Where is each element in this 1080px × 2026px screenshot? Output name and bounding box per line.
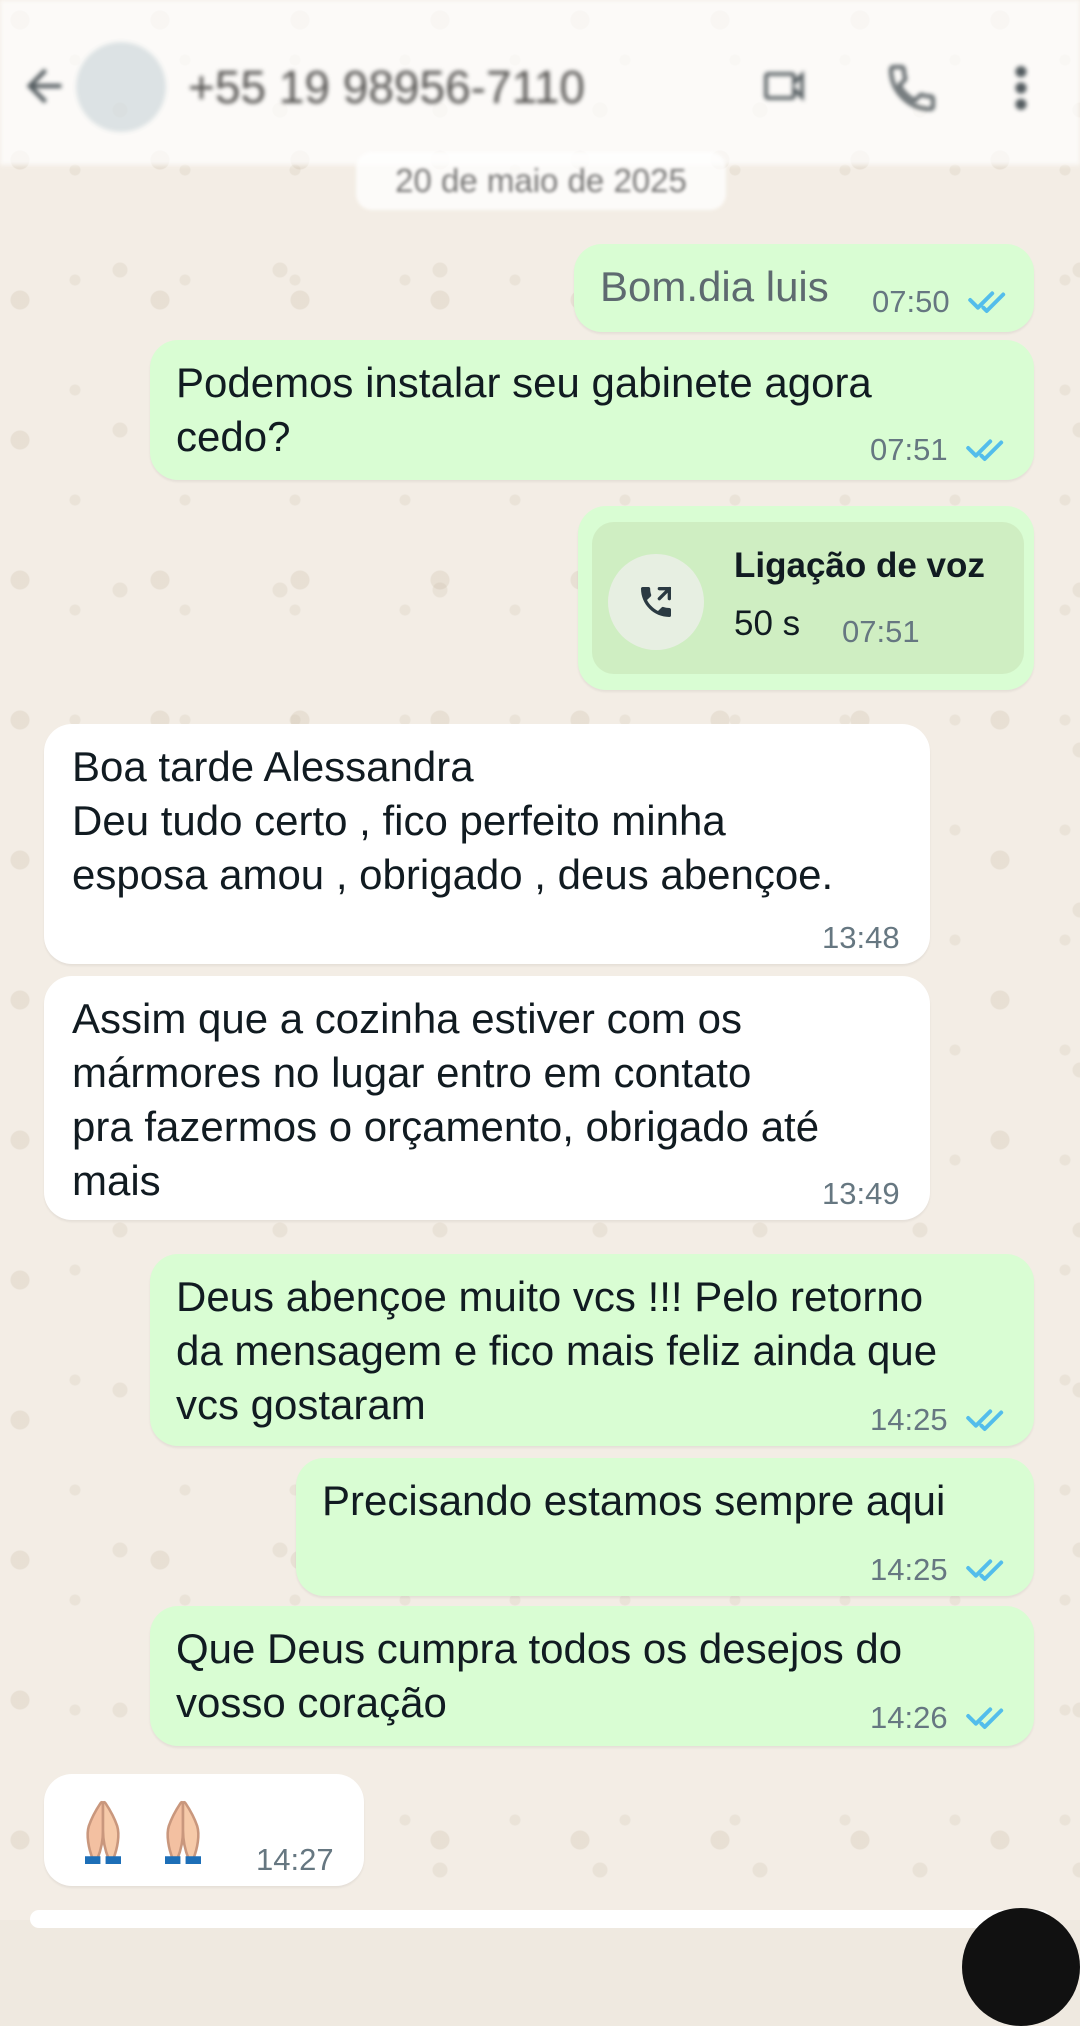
message-bubble[interactable]: 14:27: [44, 1774, 364, 1886]
message-text: Podemos instalar seu gabinete agora cedo…: [176, 359, 872, 460]
message-time: 14:25: [870, 1402, 948, 1437]
double-check-icon: [966, 1707, 1004, 1729]
date-separator: 20 de maio de 2025: [356, 152, 726, 210]
call-duration: 50 s: [734, 604, 801, 643]
message-time: 07:51: [870, 432, 948, 467]
contact-avatar[interactable]: [76, 42, 166, 132]
message-text: Precisando estamos sempre aqui: [322, 1477, 946, 1524]
mic-button[interactable]: [962, 1908, 1080, 2026]
double-check-icon: [966, 1409, 1004, 1431]
message-bubble[interactable]: Bom.dia luis 07:50: [574, 244, 1034, 332]
message-time: 14:26: [870, 1700, 948, 1735]
message-time: 13:49: [822, 1176, 900, 1211]
message-bubble[interactable]: Podemos instalar seu gabinete agora cedo…: [150, 340, 1034, 480]
voice-call-icon-circle: [608, 554, 704, 650]
message-text: Assim que a cozinha estiver com os mármo…: [72, 995, 820, 1204]
message-bubble[interactable]: Precisando estamos sempre aqui 14:25: [296, 1458, 1034, 1596]
date-label: 20 de maio de 2025: [395, 162, 687, 199]
pray-icon: [85, 1800, 121, 1864]
message-bubble[interactable]: Assim que a cozinha estiver com os mármo…: [44, 976, 930, 1220]
pray-icon: [165, 1800, 201, 1864]
phone-icon[interactable]: [884, 60, 940, 116]
message-time: 14:25: [870, 1552, 948, 1587]
message-time: 07:50: [872, 284, 950, 319]
message-time: 14:27: [256, 1842, 334, 1877]
message-text: Bom.dia luis: [600, 263, 829, 310]
message-input-bar[interactable]: [30, 1910, 1050, 1928]
message-text: Deus abençoe muito vcs !!! Pelo retorno …: [176, 1273, 938, 1428]
call-title: Ligação de voz: [734, 546, 985, 585]
more-options-icon[interactable]: [1006, 60, 1036, 116]
voice-call-bubble[interactable]: Ligação de voz 50 s 07:51: [578, 506, 1034, 690]
back-arrow-icon[interactable]: [18, 60, 70, 112]
message-bubble[interactable]: Que Deus cumpra todos os desejos do voss…: [150, 1606, 1034, 1746]
message-bubble[interactable]: Boa tarde Alessandra Deu tudo certo , fi…: [44, 724, 930, 964]
contact-name[interactable]: +55 19 98956-7110: [188, 60, 585, 114]
chat-header: +55 19 98956-7110: [0, 0, 1080, 165]
phone-call-icon: [641, 587, 671, 617]
video-call-icon[interactable]: [754, 62, 814, 110]
message-text: Que Deus cumpra todos os desejos do voss…: [176, 1625, 903, 1726]
double-check-icon: [966, 1559, 1004, 1581]
message-time: 13:48: [822, 920, 900, 955]
message-text: Boa tarde Alessandra Deu tudo certo , fi…: [72, 743, 834, 898]
double-check-icon: [968, 291, 1006, 313]
message-bubble[interactable]: Deus abençoe muito vcs !!! Pelo retorno …: [150, 1254, 1034, 1446]
message-time: 07:51: [842, 614, 920, 649]
double-check-icon: [966, 439, 1004, 461]
